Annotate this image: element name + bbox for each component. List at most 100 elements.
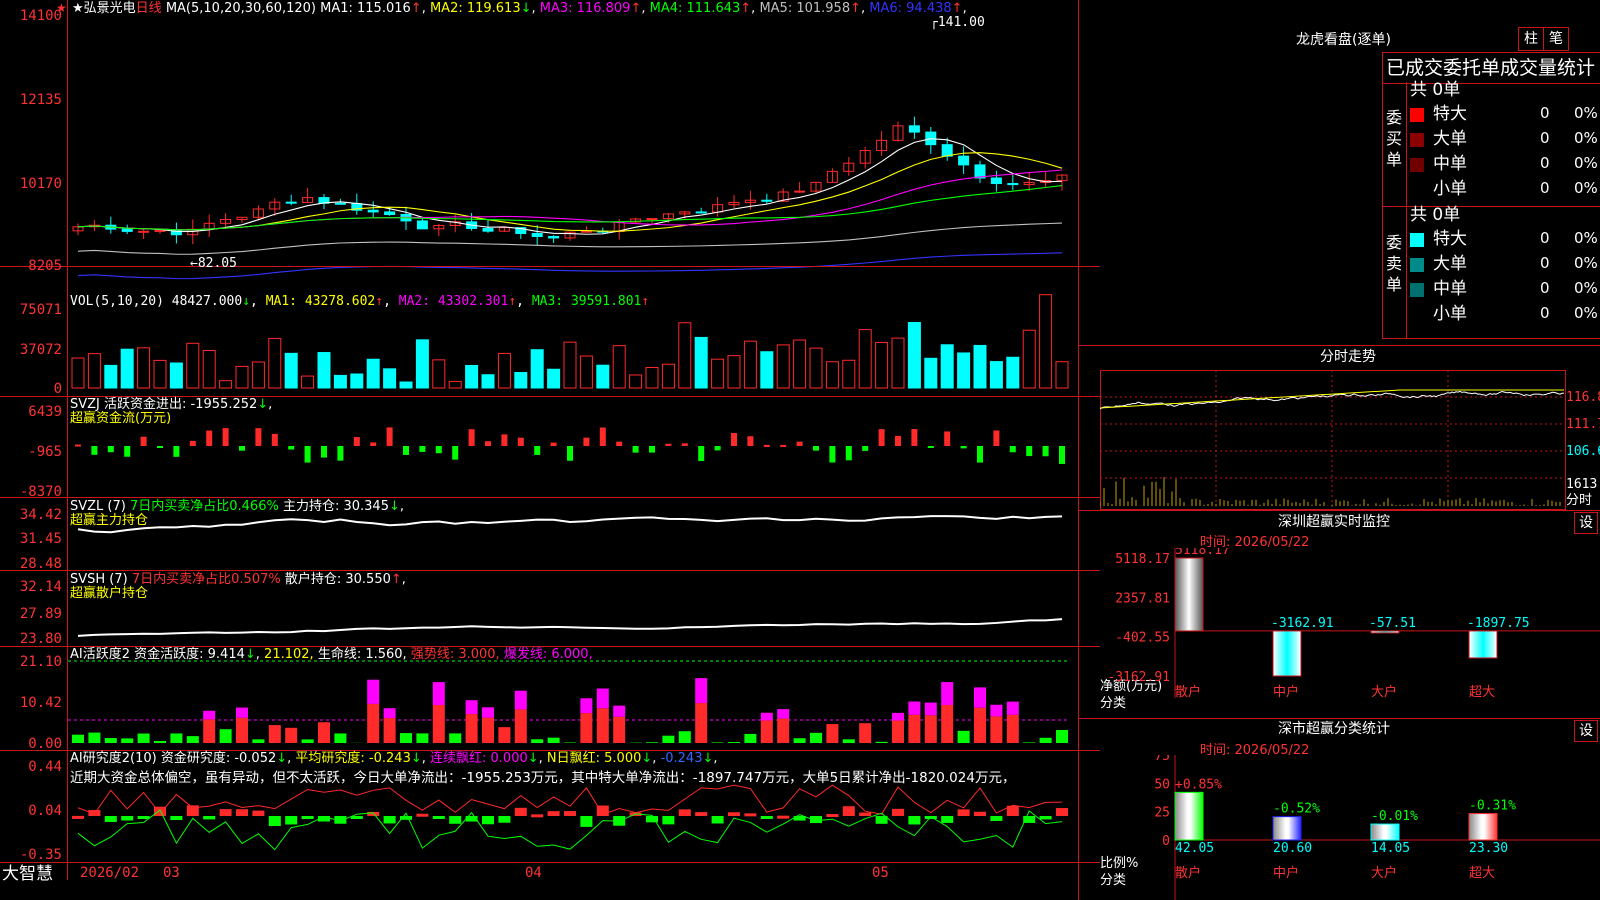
activity-bar: [531, 739, 544, 743]
candle: [908, 116, 920, 139]
sell-label: 单: [1386, 275, 1403, 294]
flow-bar: [878, 429, 885, 446]
volume-bar: [875, 341, 889, 389]
y-tick: 12135: [19, 92, 62, 108]
volume-bar: [497, 352, 511, 389]
volume-bar: [1006, 356, 1020, 389]
sell-label: 卖: [1386, 254, 1403, 273]
candle: [121, 224, 133, 235]
divider: [1078, 718, 1600, 719]
volume-bar: [399, 381, 413, 389]
y-tick: 31.45: [19, 531, 62, 547]
stats-delta: -0.01%: [1371, 809, 1418, 824]
candle: [876, 131, 888, 156]
candle: [466, 212, 478, 231]
activity-bar: [875, 741, 888, 743]
candle: [826, 168, 838, 183]
flow-bar: [517, 437, 524, 446]
activity-bar: [793, 738, 806, 743]
flow-bar: [337, 446, 344, 461]
volume-bar: [383, 368, 397, 389]
candle: [1007, 174, 1019, 191]
flow-bar: [403, 446, 409, 455]
research-bar: [219, 809, 232, 816]
buy-total: 共 0单: [1410, 80, 1461, 100]
candle: [580, 226, 592, 233]
color-swatch: [1410, 233, 1424, 247]
research-bar: [72, 815, 84, 819]
research-bar: [974, 811, 986, 816]
activity-bar-top: [695, 678, 708, 704]
stats-value: 23.30: [1469, 841, 1508, 856]
stats-delta: +0.85%: [1175, 777, 1222, 792]
activity-bar-top: [892, 712, 904, 721]
activity-bar: [203, 719, 216, 743]
flow-bar: [681, 443, 688, 446]
flow-bar: [75, 444, 81, 447]
monitor-settings-button[interactable]: 设: [1574, 512, 1598, 534]
high-price-label: ┌141.00: [930, 15, 985, 30]
activity-bar: [137, 733, 150, 743]
color-swatch: [1410, 158, 1424, 172]
volume-bar: [842, 359, 856, 389]
research-bar: [449, 816, 462, 824]
longhu-tabs[interactable]: 已成交委托单成交量统计: [1386, 58, 1595, 78]
sell-total: 共 0单: [1410, 205, 1461, 225]
flow-bar: [353, 437, 360, 446]
research-bar: [252, 810, 265, 816]
research-bar: [859, 812, 872, 816]
research-bar: [695, 812, 708, 816]
activity-bar: [285, 727, 298, 743]
volume-bar: [235, 365, 249, 389]
stats-bar: [1174, 791, 1204, 841]
research-bar: [744, 813, 757, 817]
stats-chart[interactable]: 75 50 25 0 +0.85% 42.05 散户 -0.52% 20.60 中户 -0.01% 1…: [1100, 755, 1600, 900]
monitor-bar-label: -3162.91: [1271, 616, 1334, 631]
research-bar: [301, 816, 314, 819]
flow-bar: [288, 446, 295, 450]
ma-value-5: MA5: 101.958: [759, 1, 851, 16]
candle: [843, 157, 855, 176]
divider: [0, 266, 1100, 267]
divider: [0, 570, 1100, 571]
fenshi-ytick: 116.8: [1566, 390, 1600, 405]
research-bar: [104, 816, 117, 822]
activity-bar: [678, 731, 691, 743]
volume-bar: [907, 321, 921, 389]
sell-row-label: 大单: [1433, 254, 1467, 274]
candle: [285, 194, 297, 206]
volume-bar: [415, 339, 429, 389]
activity-bar-top: [990, 704, 1003, 717]
flow-bar: [911, 429, 918, 446]
volume-bar: [71, 357, 85, 389]
candle: [990, 170, 1002, 192]
flow-bar: [550, 442, 557, 446]
candle: [1056, 174, 1068, 191]
activity-bar: [334, 733, 347, 743]
flow-bar: [304, 446, 311, 463]
buy-row-label: 特大: [1433, 104, 1467, 124]
buy-row-value: 0: [1540, 179, 1550, 197]
research-bar: [203, 816, 216, 820]
sell-row-label: 特大: [1433, 229, 1467, 249]
monitor-chart[interactable]: 5118.17 2357.81 -402.55 -3162.91 5118.17 散户 -3…: [1100, 548, 1600, 718]
monitor-ytick: -402.55: [1115, 631, 1170, 646]
candle: [72, 223, 84, 236]
divider: [1406, 82, 1407, 338]
sell-row-pct: 0%: [1574, 279, 1598, 297]
stats-settings-button[interactable]: 设: [1574, 720, 1598, 742]
fenshi-chart[interactable]: [1100, 370, 1564, 508]
tick-mode-button[interactable]: 笔: [1543, 27, 1569, 51]
flow-bar: [239, 446, 245, 451]
buy-row-pct: 0%: [1574, 104, 1598, 122]
activity-bar: [104, 738, 117, 743]
research-bar: [711, 816, 724, 824]
bar-mode-button[interactable]: 柱: [1518, 27, 1544, 51]
stats-bar: [1370, 823, 1400, 841]
flow-bar: [649, 446, 655, 453]
flow-bar: [1026, 446, 1033, 457]
flow-bar: [435, 446, 442, 454]
activity-bar-top: [941, 682, 954, 706]
activity-bar: [170, 733, 183, 743]
candle: [1023, 172, 1035, 192]
